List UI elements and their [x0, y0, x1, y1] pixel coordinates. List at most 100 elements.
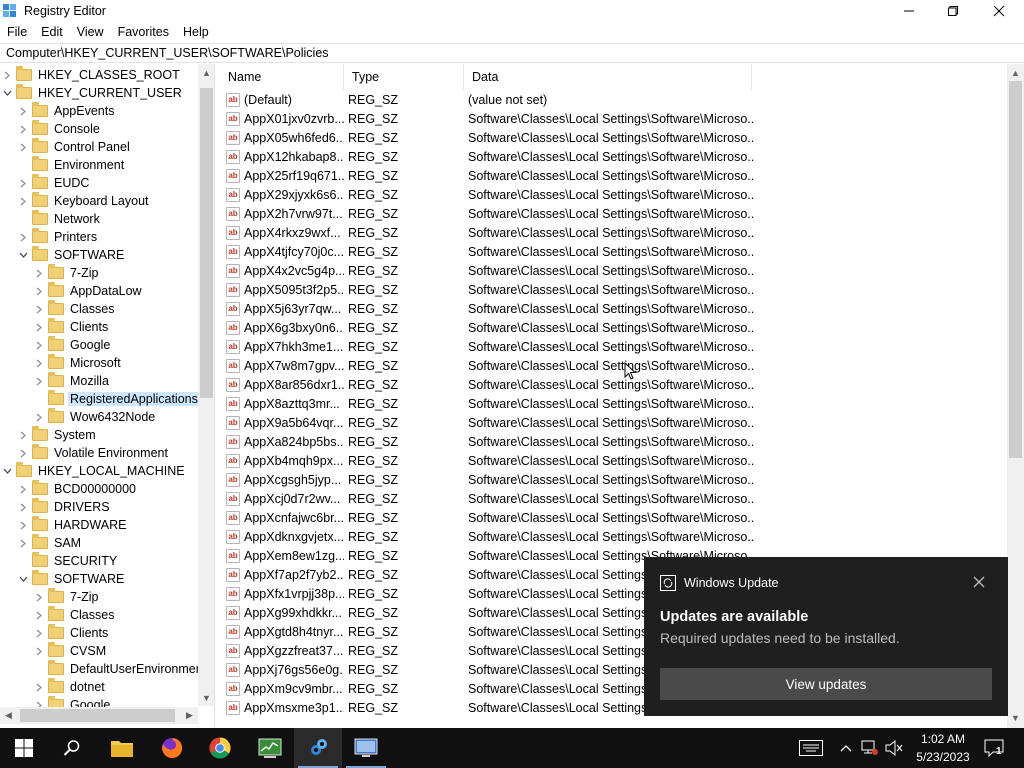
chevron-right-icon[interactable]	[18, 174, 28, 192]
chevron-right-icon[interactable]	[34, 372, 44, 390]
taskbar-task-manager[interactable]	[246, 728, 294, 768]
tree-node[interactable]: Microsoft	[34, 354, 123, 372]
registry-value-row[interactable]: ab AppX5095t3f2p5... REG_SZ Software\Classe…	[220, 280, 1004, 299]
chevron-right-icon[interactable]	[34, 318, 44, 336]
tree-node[interactable]: Clients	[34, 318, 110, 336]
tree-node[interactable]: DRIVERS	[18, 498, 112, 516]
taskbar-firefox[interactable]	[148, 728, 196, 768]
chevron-right-icon[interactable]	[34, 300, 44, 318]
registry-value-row[interactable]: ab AppXdknxgvjetx... REG_SZ Software\Classe…	[220, 527, 1004, 546]
minimize-button[interactable]	[886, 0, 932, 22]
tree-node[interactable]: SOFTWARE	[18, 246, 126, 264]
chevron-right-icon[interactable]	[34, 408, 44, 426]
tree-vertical-scrollbar[interactable]: ▲ ▼	[198, 64, 214, 706]
chevron-down-icon[interactable]	[2, 84, 12, 102]
address-bar[interactable]: Computer\HKEY_CURRENT_USER\SOFTWARE\Poli…	[0, 43, 1024, 63]
chevron-right-icon[interactable]	[18, 102, 28, 120]
tree-node[interactable]: Network	[18, 210, 102, 228]
tree-node[interactable]: Printers	[18, 228, 99, 246]
tree-node[interactable]: Control Panel	[18, 138, 132, 156]
chevron-right-icon[interactable]	[18, 444, 28, 462]
tree-node[interactable]: AppEvents	[18, 102, 116, 120]
registry-value-row[interactable]: ab AppX8azttq3mr... REG_SZ Software\Classes…	[220, 394, 1004, 413]
menu-favorites[interactable]: Favorites	[111, 22, 176, 42]
tree-node[interactable]: HARDWARE	[18, 516, 128, 534]
registry-value-row[interactable]: ab AppX29xjyxk6s6... REG_SZ Software\Classe…	[220, 185, 1004, 204]
chevron-right-icon[interactable]	[34, 642, 44, 660]
scroll-right-arrow-icon[interactable]: ▶	[181, 707, 198, 724]
tree-node[interactable]: AppDataLow	[34, 282, 144, 300]
tree-node[interactable]: Google	[34, 336, 112, 354]
column-header-name[interactable]: Name	[220, 64, 344, 90]
registry-value-row[interactable]: ab AppXcnfajwc6br... REG_SZ Software\Classe…	[220, 508, 1004, 527]
chevron-right-icon[interactable]	[34, 678, 44, 696]
registry-value-row[interactable]: ab AppX4rkxz9wxf... REG_SZ Software\Classes…	[220, 223, 1004, 242]
system-clock[interactable]: 1:02 AM 5/23/2023	[908, 730, 978, 766]
registry-value-row[interactable]: ab AppX4x2vc5g4p... REG_SZ Software\Classes…	[220, 261, 1004, 280]
tree-node[interactable]: Keyboard Layout	[18, 192, 151, 210]
menu-file[interactable]: File	[0, 22, 34, 42]
network-icon[interactable]	[860, 738, 880, 758]
notification-close-icon[interactable]	[972, 575, 986, 589]
search-button[interactable]	[48, 728, 96, 768]
registry-value-row[interactable]: ab AppX4tjfcy70j0c... REG_SZ Software\Class…	[220, 242, 1004, 261]
registry-value-row[interactable]: ab AppX05wh6fed6... REG_SZ Software\Classes…	[220, 128, 1004, 147]
view-updates-button[interactable]: View updates	[660, 668, 992, 700]
registry-value-row[interactable]: ab AppX12hkabap8... REG_SZ Software\Classes…	[220, 147, 1004, 166]
registry-value-row[interactable]: ab AppX2h7vrw97t... REG_SZ Software\Classes…	[220, 204, 1004, 223]
registry-value-row[interactable]: ab AppX01jxv0zvrb... REG_SZ Software\Classe…	[220, 109, 1004, 128]
tree-node[interactable]: DefaultUserEnvironment	[34, 660, 208, 678]
chevron-right-icon[interactable]	[34, 588, 44, 606]
chevron-right-icon[interactable]	[34, 624, 44, 642]
tree-node[interactable]: SAM	[18, 534, 83, 552]
tree-node[interactable]: dotnet	[34, 678, 107, 696]
tree-node[interactable]: Volatile Environment	[18, 444, 170, 462]
tree-hscroll-thumb[interactable]	[20, 709, 175, 722]
tree-node[interactable]: HKEY_CURRENT_USER	[2, 84, 184, 102]
scroll-left-arrow-icon[interactable]: ◀	[0, 707, 17, 724]
chevron-right-icon[interactable]	[34, 354, 44, 372]
tree-node[interactable]: CVSM	[34, 642, 108, 660]
show-hidden-icons-chevron-icon[interactable]	[836, 738, 856, 758]
registry-value-row[interactable]: ab AppXcgsgh5jyp... REG_SZ Software\Classes…	[220, 470, 1004, 489]
tree-node[interactable]: Clients	[34, 624, 110, 642]
registry-value-row[interactable]: ab AppX7hkh3me1... REG_SZ Software\Classes\…	[220, 337, 1004, 356]
tree-node[interactable]: SOFTWARE	[18, 570, 126, 588]
chevron-down-icon[interactable]	[2, 462, 12, 480]
scroll-down-arrow-icon[interactable]: ▼	[198, 689, 214, 706]
tree-scroll-thumb[interactable]	[200, 88, 213, 398]
chevron-right-icon[interactable]	[18, 120, 28, 138]
tree-node[interactable]: Classes	[34, 606, 116, 624]
tree-node[interactable]: 7-Zip	[34, 588, 100, 606]
tree-node[interactable]: Console	[18, 120, 102, 138]
menu-edit[interactable]: Edit	[34, 22, 70, 42]
chevron-right-icon[interactable]	[18, 192, 28, 210]
tree-node[interactable]: BCD00000000	[18, 480, 138, 498]
registry-value-row[interactable]: ab AppX9a5b64vqr... REG_SZ Software\Classes…	[220, 413, 1004, 432]
maximize-button[interactable]	[930, 0, 976, 22]
volume-muted-icon[interactable]	[884, 738, 904, 758]
tree-node[interactable]: Wow6432Node	[34, 408, 157, 426]
tree-node[interactable]: Mozilla	[34, 372, 111, 390]
registry-value-row[interactable]: ab AppXcj0d7r2wv... REG_SZ Software\Classes…	[220, 489, 1004, 508]
registry-value-row[interactable]: ab AppX25rf19q671... REG_SZ Software\Classe…	[220, 166, 1004, 185]
taskbar-remote-desktop[interactable]	[342, 728, 390, 768]
tree-node[interactable]: 7-Zip	[34, 264, 100, 282]
tree-node[interactable]: RegisteredApplications	[34, 390, 200, 408]
taskbar-chrome[interactable]	[196, 728, 244, 768]
chevron-right-icon[interactable]	[18, 138, 28, 156]
taskbar-registry-editor[interactable]	[294, 728, 342, 768]
taskbar-file-explorer[interactable]	[98, 728, 146, 768]
close-button[interactable]	[976, 0, 1022, 22]
list-vertical-scrollbar[interactable]: ▲ ▼	[1007, 64, 1024, 728]
column-header-data[interactable]: Data	[464, 64, 752, 90]
tree-horizontal-scrollbar[interactable]: ◀ ▶	[0, 707, 198, 724]
keyboard-layout-icon[interactable]	[798, 738, 824, 758]
chevron-right-icon[interactable]	[34, 336, 44, 354]
list-scroll-thumb[interactable]	[1009, 81, 1022, 458]
tree-node[interactable]: System	[18, 426, 98, 444]
chevron-right-icon[interactable]	[34, 264, 44, 282]
chevron-right-icon[interactable]	[18, 498, 28, 516]
list-scroll-up-arrow-icon[interactable]: ▲	[1007, 64, 1024, 81]
scroll-up-arrow-icon[interactable]: ▲	[198, 64, 214, 81]
